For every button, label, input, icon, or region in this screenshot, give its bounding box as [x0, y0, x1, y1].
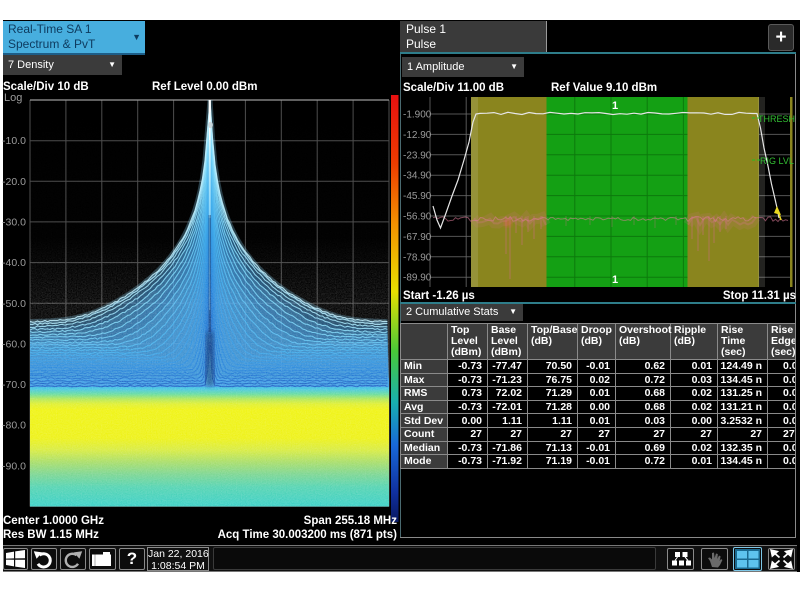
- svg-text:-89.90: -89.90: [403, 273, 432, 284]
- svg-text:-34.90: -34.90: [403, 171, 432, 182]
- svg-text:-56.90: -56.90: [403, 212, 432, 223]
- svg-text:-12.90: -12.90: [403, 130, 432, 141]
- svg-text:RIG LVL: RIG LVL: [760, 156, 794, 166]
- svg-text:1: 1: [612, 100, 618, 112]
- svg-text:-78.90: -78.90: [403, 252, 432, 263]
- svg-text:THRESH: THRESH: [758, 114, 795, 124]
- svg-text:-67.90: -67.90: [403, 232, 432, 243]
- svg-text:-45.90: -45.90: [403, 191, 432, 202]
- svg-text:1: 1: [612, 274, 618, 286]
- svg-text:-23.90: -23.90: [403, 150, 432, 161]
- svg-text:-1.900: -1.900: [403, 110, 432, 121]
